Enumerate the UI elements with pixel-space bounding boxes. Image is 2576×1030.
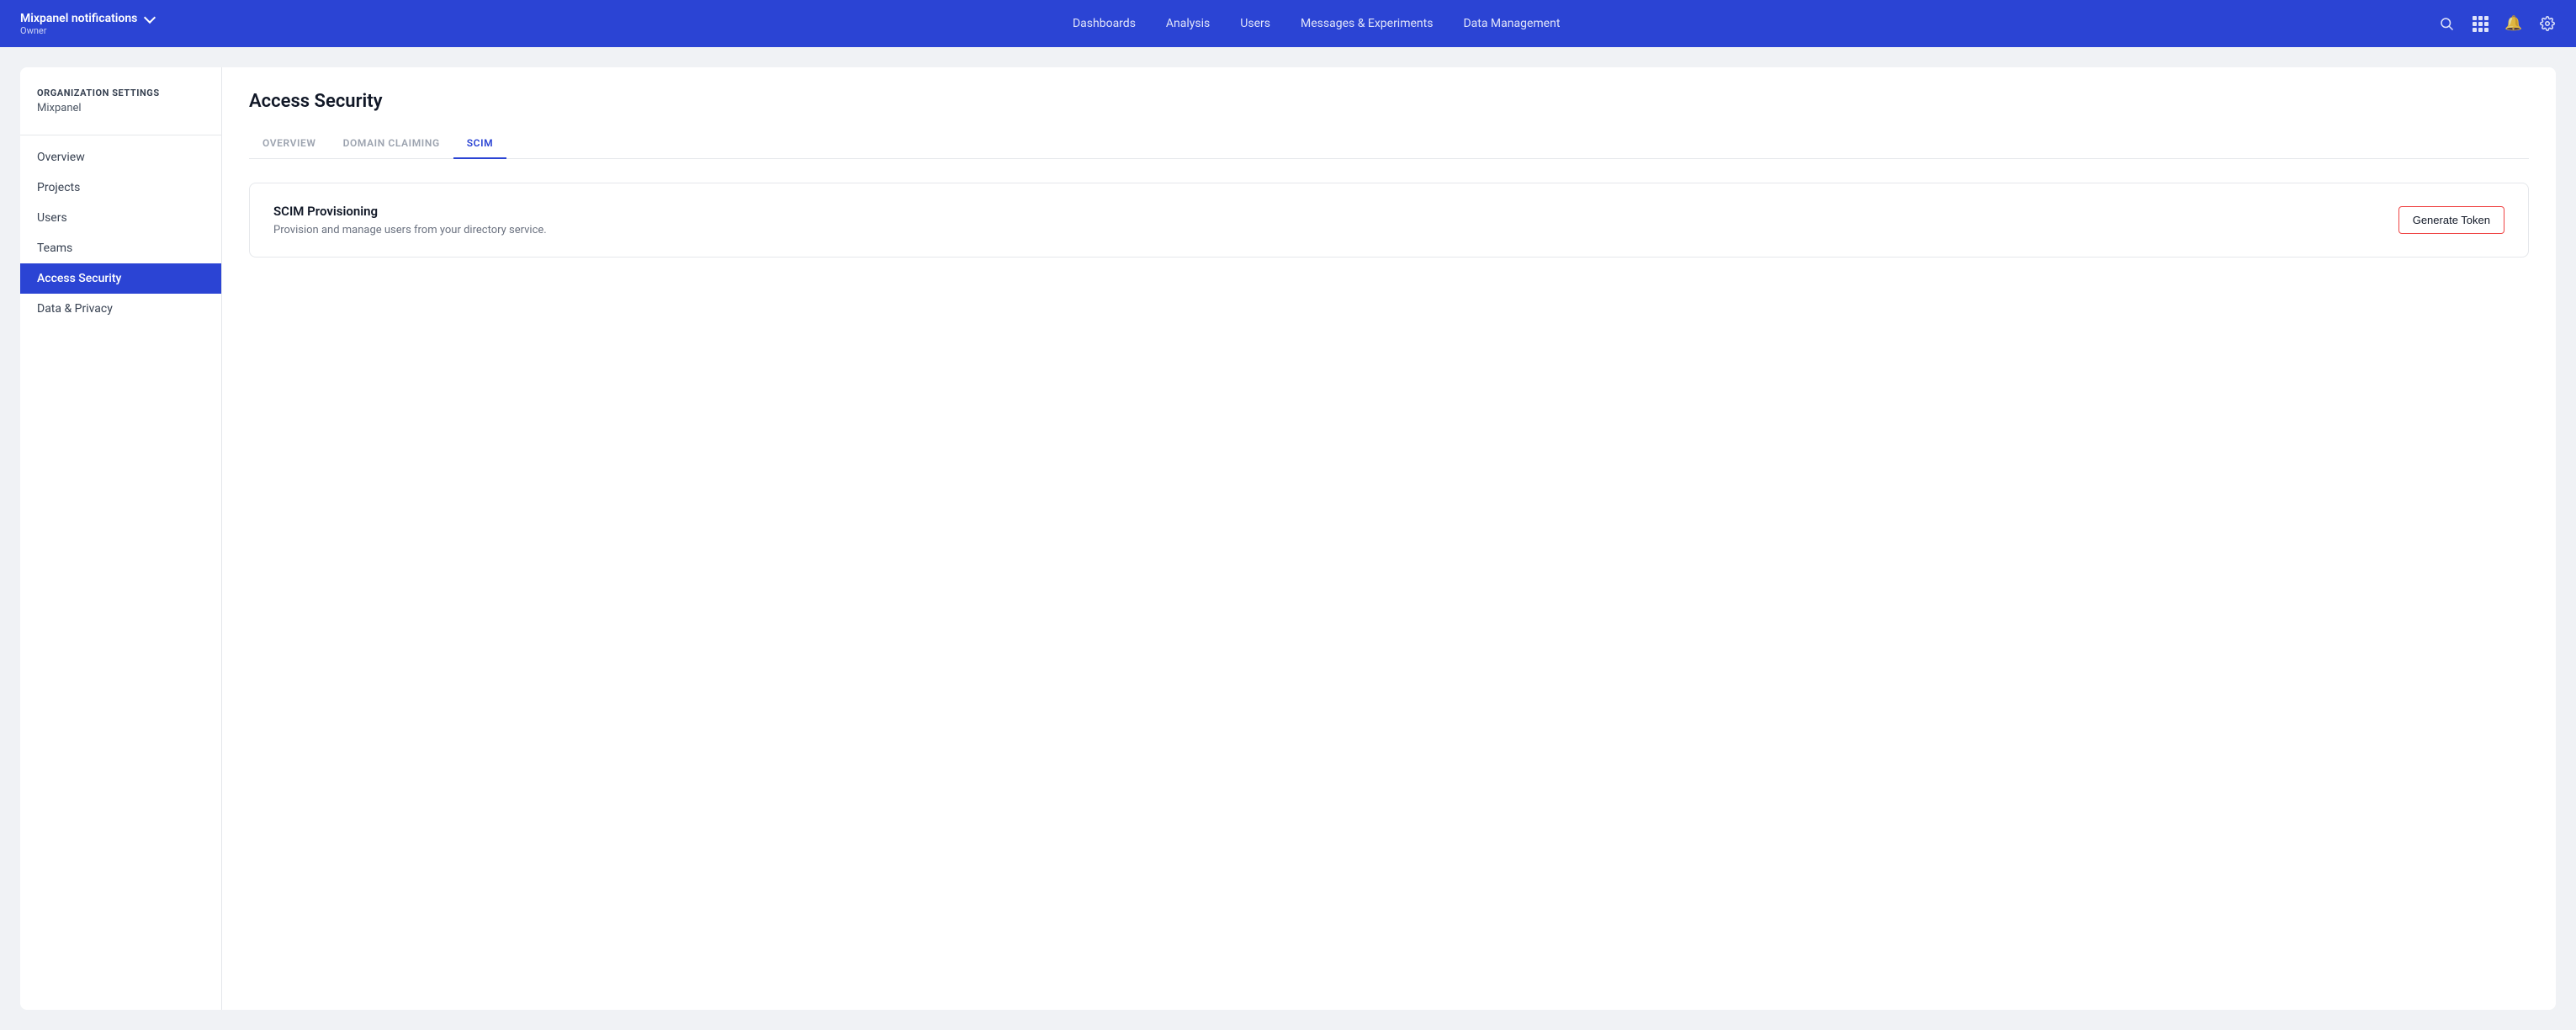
grid-icon[interactable]	[2472, 15, 2489, 32]
scim-card: SCIM Provisioning Provision and manage u…	[249, 183, 2529, 258]
sidebar: ORGANIZATION SETTINGS Mixpanel Overview …	[20, 67, 222, 1010]
sidebar-item-data-privacy[interactable]: Data & Privacy	[20, 294, 221, 324]
settings-icon[interactable]	[2539, 15, 2556, 32]
brand-button[interactable]: Mixpanel notifications Owner	[20, 12, 154, 36]
generate-token-button[interactable]: Generate Token	[2398, 206, 2504, 234]
brand-name: Mixpanel notifications	[20, 12, 154, 25]
sidebar-item-teams[interactable]: Teams	[20, 233, 221, 263]
sidebar-item-overview[interactable]: Overview	[20, 142, 221, 173]
nav-data-management[interactable]: Data Management	[1463, 17, 1560, 30]
nav-links: Dashboards Analysis Users Messages & Exp…	[194, 17, 2438, 30]
scim-card-title: SCIM Provisioning	[273, 204, 547, 219]
tab-overview[interactable]: OVERVIEW	[249, 129, 330, 159]
scim-card-content: SCIM Provisioning Provision and manage u…	[273, 204, 547, 236]
top-navigation: Mixpanel notifications Owner Dashboards …	[0, 0, 2576, 47]
main-layout: ORGANIZATION SETTINGS Mixpanel Overview …	[0, 47, 2576, 1030]
sidebar-item-access-security[interactable]: Access Security	[20, 263, 221, 294]
sidebar-section-label: ORGANIZATION SETTINGS	[20, 88, 221, 102]
nav-messages[interactable]: Messages & Experiments	[1301, 17, 1433, 30]
tab-scim[interactable]: SCIM	[453, 129, 507, 159]
brand-role: Owner	[20, 25, 154, 36]
nav-actions: 🔔	[2438, 15, 2556, 32]
tabs: OVERVIEW DOMAIN CLAIMING SCIM	[249, 129, 2529, 159]
content-area: Access Security OVERVIEW DOMAIN CLAIMING…	[222, 67, 2556, 1010]
nav-analysis[interactable]: Analysis	[1166, 17, 1210, 30]
search-icon[interactable]	[2438, 15, 2455, 32]
chevron-down-icon	[144, 11, 156, 23]
notifications-icon[interactable]: 🔔	[2505, 15, 2522, 32]
sidebar-item-users[interactable]: Users	[20, 203, 221, 233]
scim-card-description: Provision and manage users from your dir…	[273, 224, 547, 236]
page-title: Access Security	[249, 91, 2529, 112]
nav-dashboards[interactable]: Dashboards	[1073, 17, 1136, 30]
sidebar-item-projects[interactable]: Projects	[20, 173, 221, 203]
tab-domain-claiming[interactable]: DOMAIN CLAIMING	[330, 129, 453, 159]
nav-users[interactable]: Users	[1240, 17, 1270, 30]
sidebar-org-name: Mixpanel	[20, 102, 221, 128]
